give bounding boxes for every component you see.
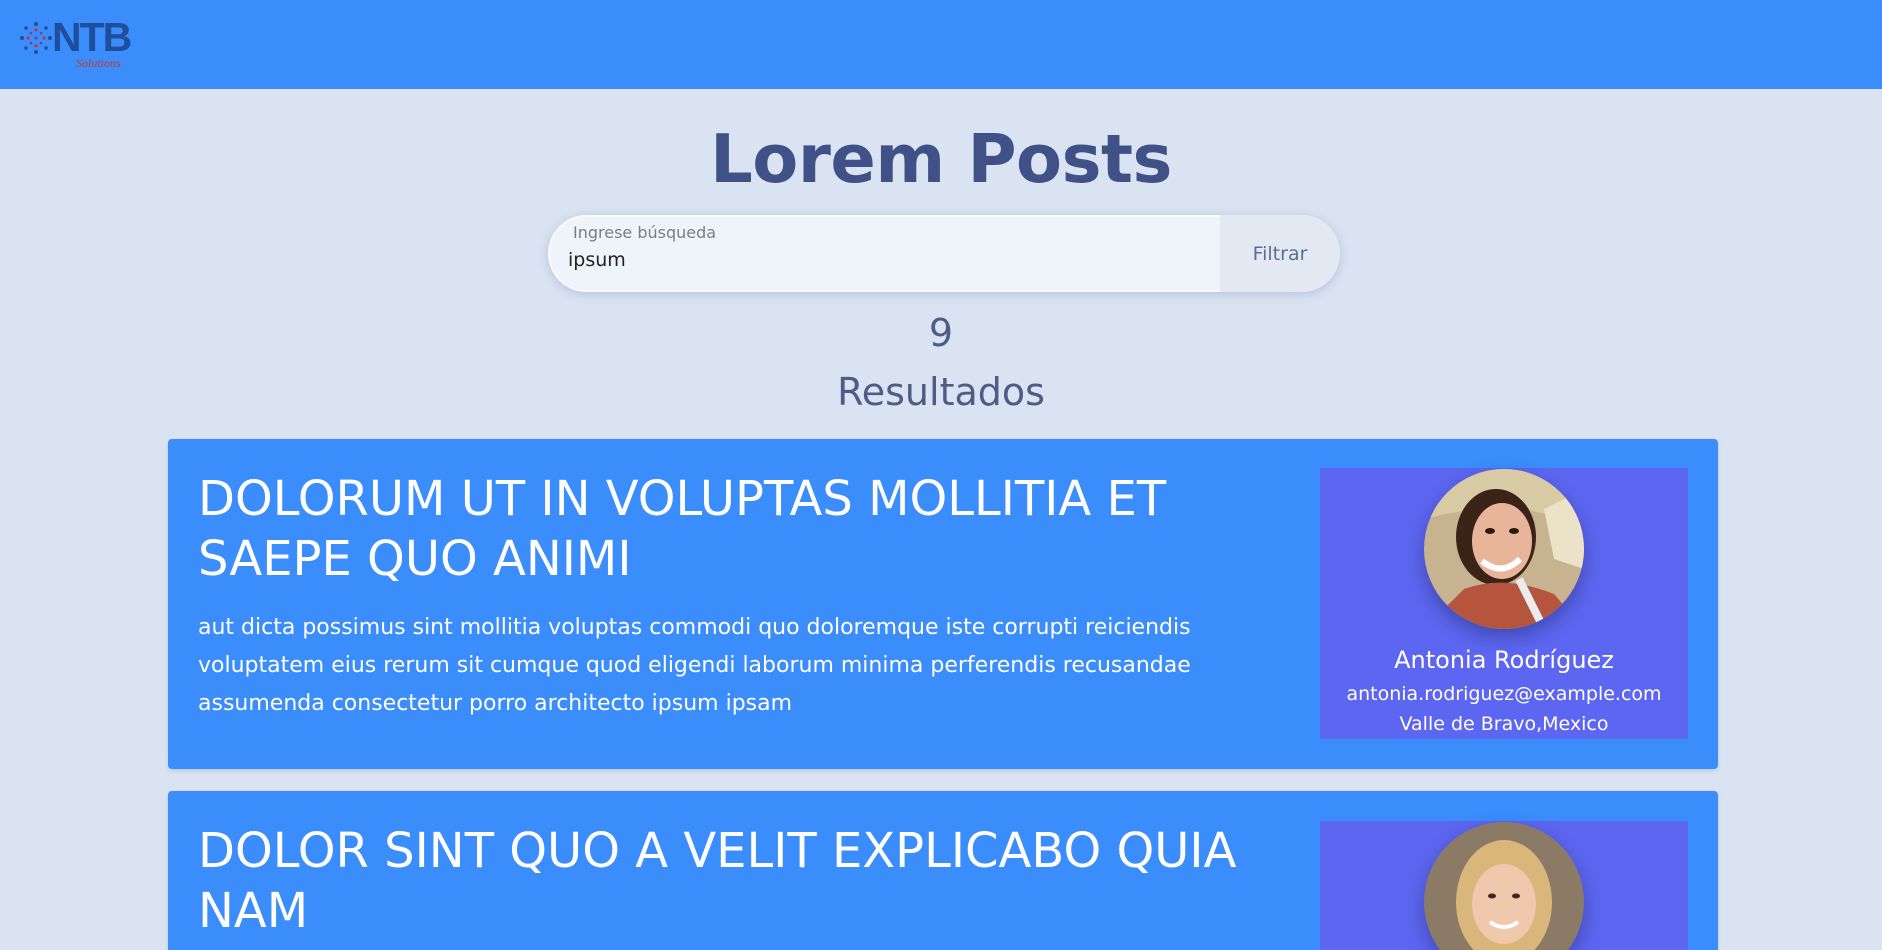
search-bar: Ingrese búsqueda Filtrar: [548, 215, 1340, 292]
avatar: [1424, 822, 1584, 950]
brand-logo[interactable]: NTB Solutions: [18, 14, 138, 74]
author-name: Antonia Rodríguez: [1394, 646, 1614, 674]
logo-text: NTB: [52, 14, 132, 60]
avatar-photo: [1424, 822, 1584, 950]
logo-subtext: Solutions: [76, 56, 121, 70]
post-body: aut dicta possimus sint mollitia volupta…: [198, 615, 1191, 716]
author-card: [1320, 821, 1688, 950]
top-navbar: NTB Solutions: [0, 0, 1882, 89]
starburst-logo-icon: [20, 22, 52, 54]
search-label: Ingrese búsqueda: [573, 223, 717, 242]
search-input[interactable]: [568, 245, 1248, 275]
avatar: [1424, 469, 1584, 629]
filter-button[interactable]: Filtrar: [1220, 215, 1340, 292]
results-label: Resultados: [837, 370, 1045, 414]
author-email: antonia.rodriguez@example.com: [1346, 683, 1662, 705]
results-count: 9: [928, 311, 954, 355]
post-card: DOLORUM UT IN VOLUPTAS MOLLITIA ET SAEPE…: [168, 439, 1718, 769]
avatar-photo: [1424, 469, 1584, 629]
post-title: DOLOR SINT QUO A VELIT EXPLICABO QUIA NA…: [198, 823, 1237, 939]
post-title: DOLORUM UT IN VOLUPTAS MOLLITIA ET SAEPE…: [198, 471, 1167, 587]
author-card: Antonia Rodríguez antonia.rodriguez@exam…: [1320, 468, 1688, 739]
author-location: Valle de Bravo,Mexico: [1399, 713, 1609, 735]
page-title: Lorem Posts: [710, 120, 1172, 198]
post-card: DOLOR SINT QUO A VELIT EXPLICABO QUIA NA…: [168, 791, 1718, 950]
